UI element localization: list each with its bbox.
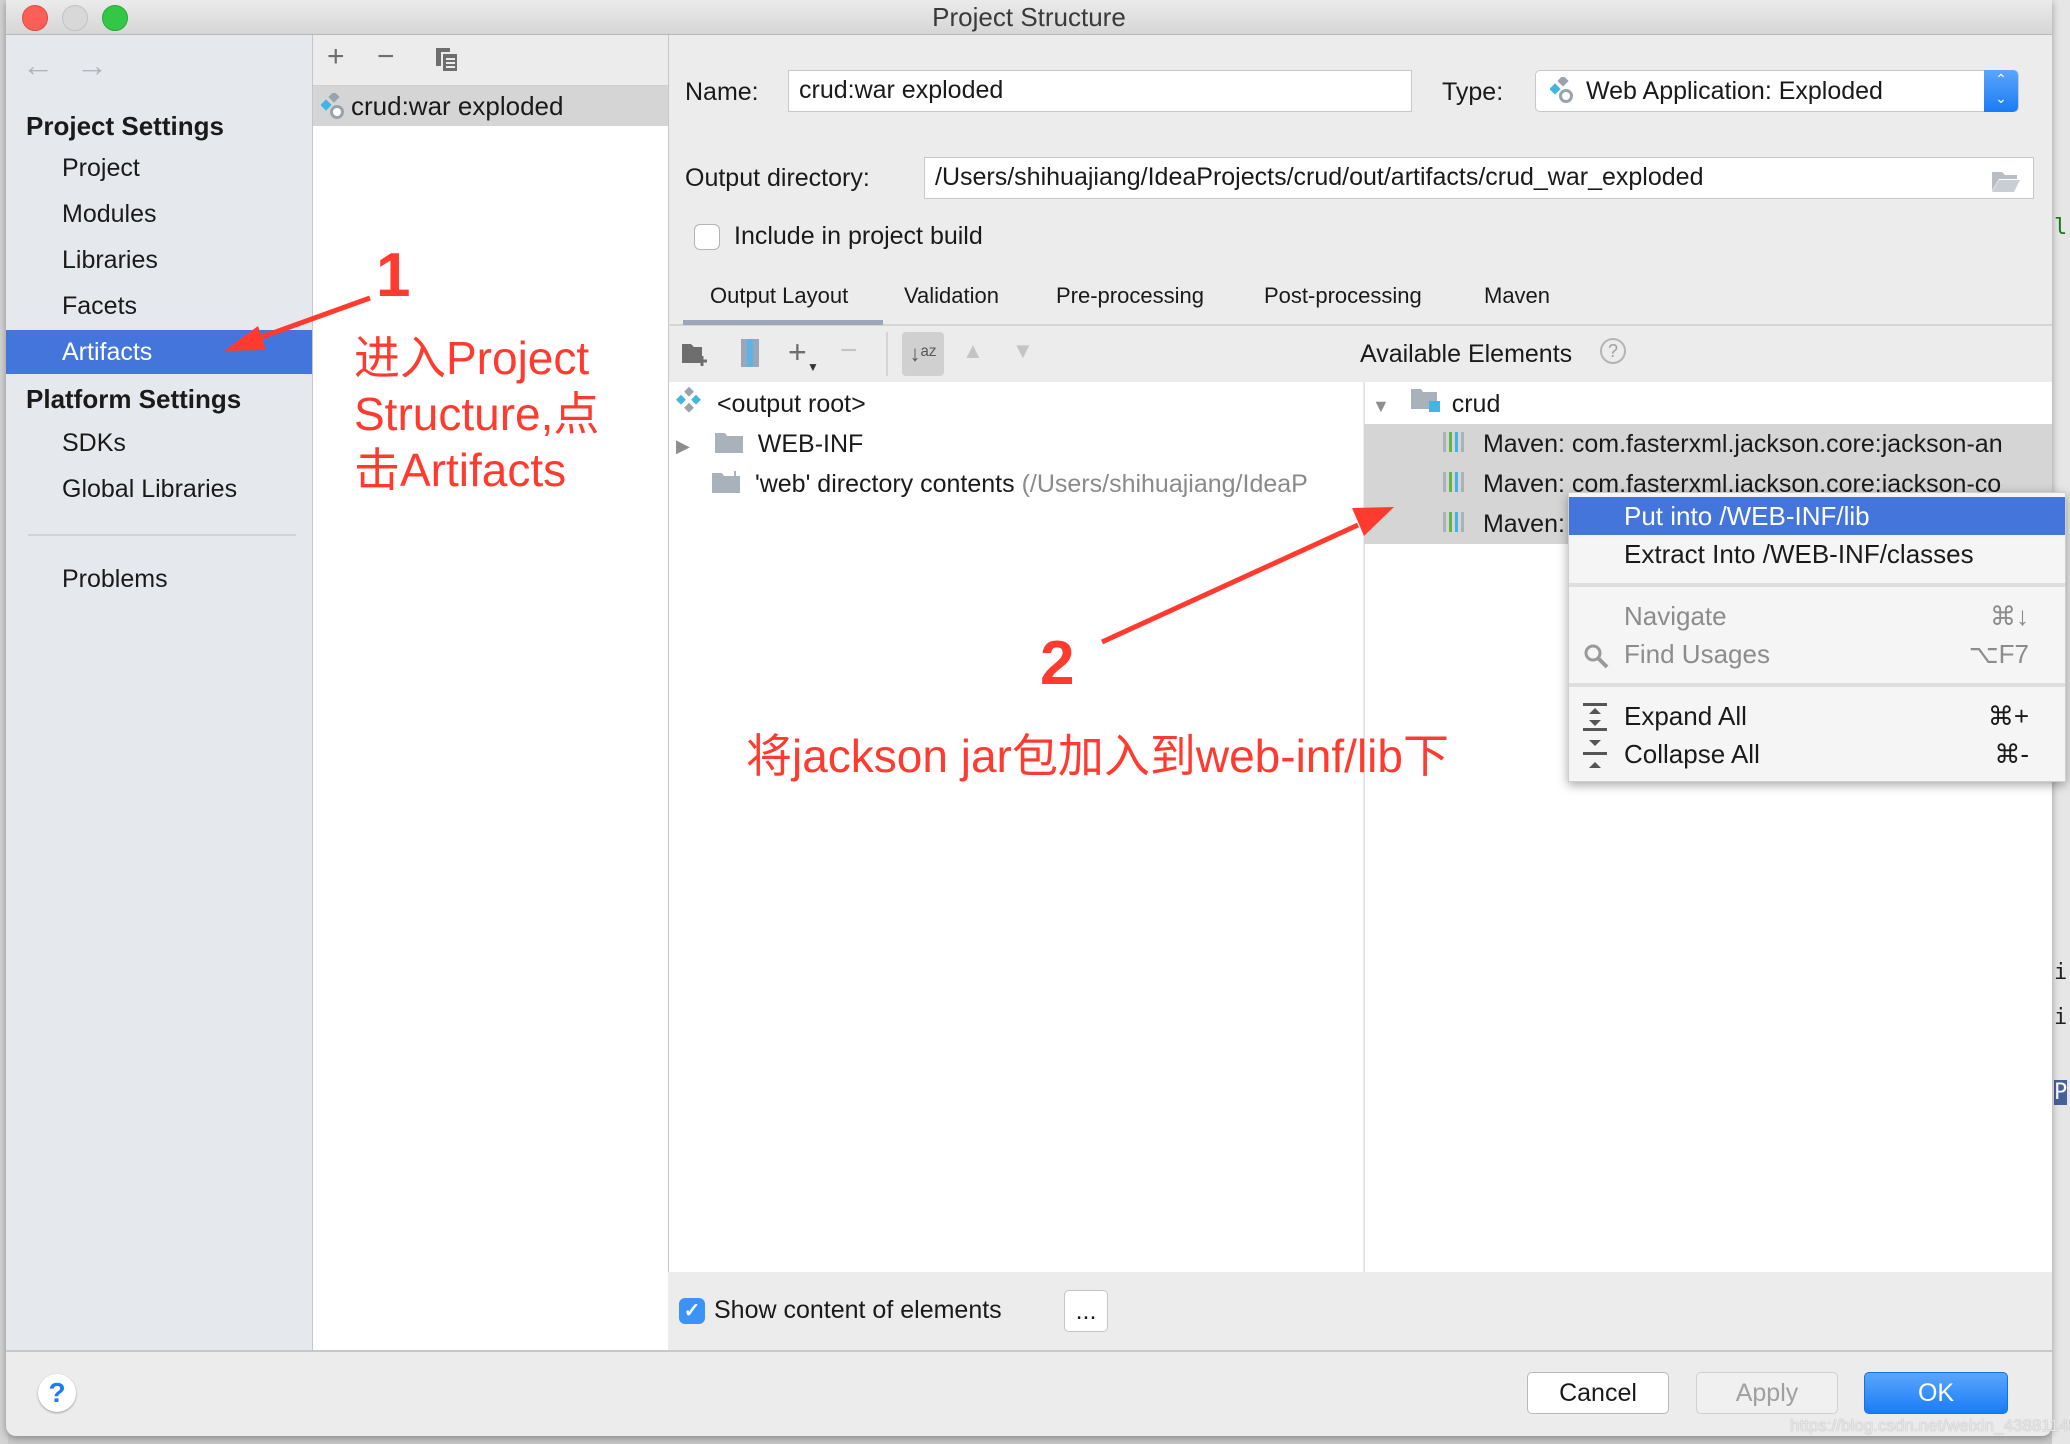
annotation-step-1-text: 进入Project Structure,点 击Artifacts (354, 330, 599, 498)
annotation-line: 进入Project (354, 332, 590, 384)
annotation-arrow-2 (1100, 507, 1394, 645)
annotation-arrow-1 (224, 295, 371, 351)
annotation-line: 击Artifacts (354, 444, 567, 496)
annotation-step-2-number: 2 (1040, 629, 1075, 698)
annotation-step-2-text: 将jackson jar包加入到web-inf/lib下 (746, 730, 1449, 782)
annotation-line: Structure,点 (354, 388, 600, 440)
annotation-step-1-number: 1 (376, 241, 411, 310)
watermark: https://blog.csdn.net/weixin_43881145 (1790, 1416, 2070, 1435)
